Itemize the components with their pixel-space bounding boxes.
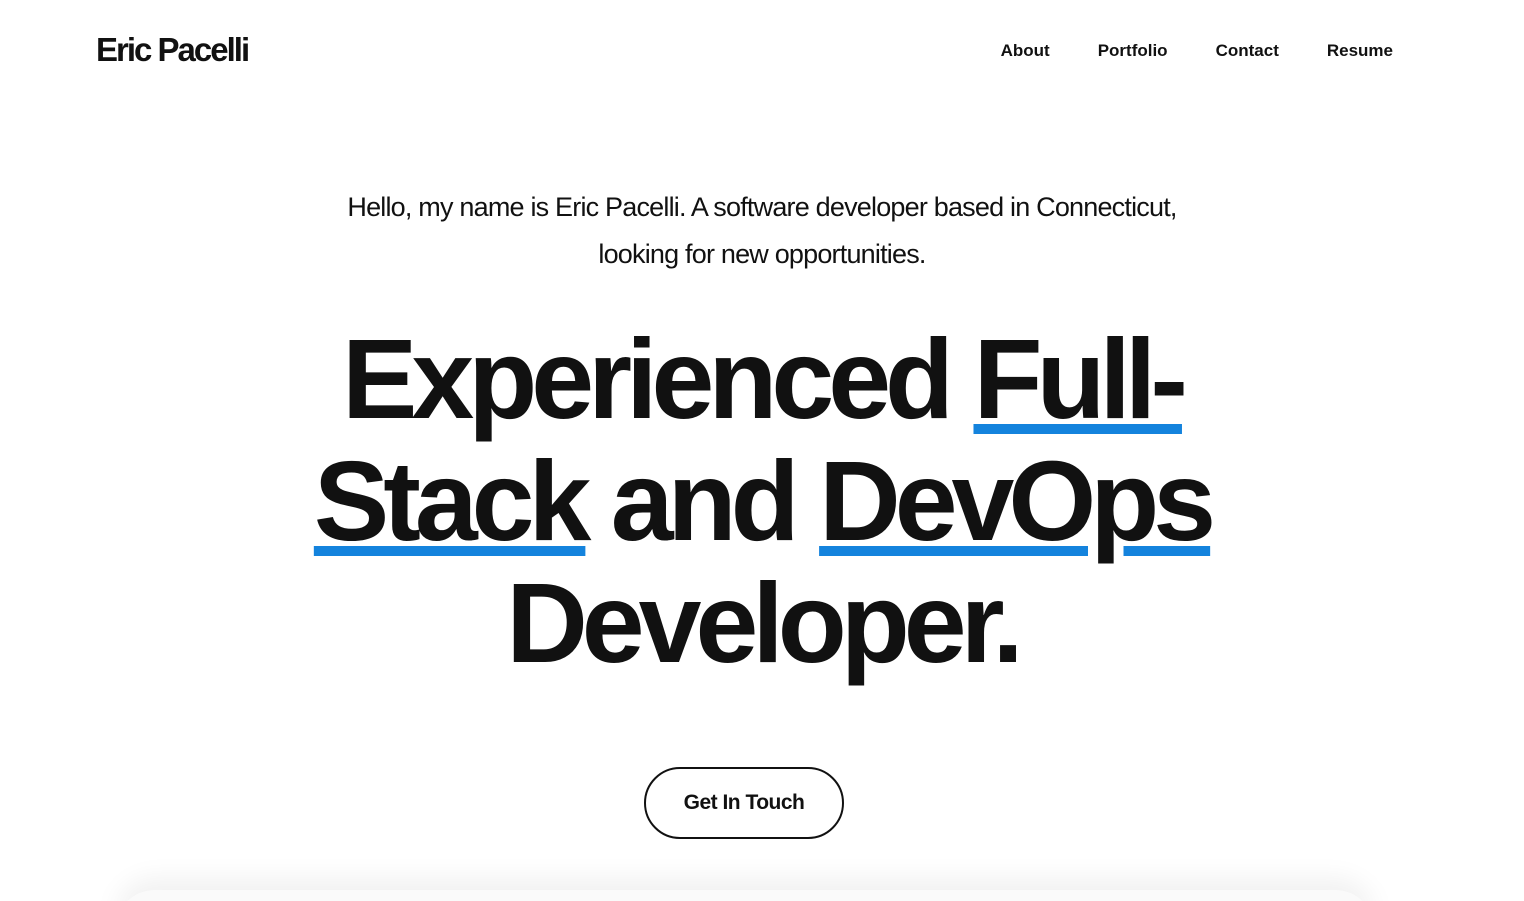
section-card-edge xyxy=(115,890,1375,901)
headline-word-and: and xyxy=(610,438,800,564)
get-in-touch-button[interactable]: Get In Touch xyxy=(644,767,844,839)
hero-headline: Experienced Full- Stack and DevOps Devel… xyxy=(0,318,1524,684)
nav-resume-link[interactable]: Resume xyxy=(1327,39,1393,63)
nav-contact-link[interactable]: Contact xyxy=(1216,39,1279,63)
highlight-full: Full- xyxy=(973,316,1187,442)
main-nav: About Portfolio Contact Resume xyxy=(1001,39,1393,63)
site-logo[interactable]: Eric Pacelli xyxy=(96,30,250,70)
intro-line-2: looking for new opportunities. xyxy=(598,239,926,269)
headline-word-developer: Developer. xyxy=(506,560,1024,686)
headline-line-1: Experienced Full- xyxy=(0,318,1524,440)
headline-word-experienced: Experienced xyxy=(342,316,954,442)
hero-intro: Hello, my name is Eric Pacelli. A softwa… xyxy=(0,184,1524,278)
headline-line-3: Developer. xyxy=(0,562,1524,684)
highlight-devops: DevOps xyxy=(819,438,1216,564)
highlight-stack: Stack xyxy=(313,438,592,564)
nav-about-link[interactable]: About xyxy=(1001,39,1050,63)
intro-line-1: Hello, my name is Eric Pacelli. A softwa… xyxy=(347,192,1177,222)
site-header: Eric Pacelli About Portfolio Contact Res… xyxy=(0,0,1524,100)
nav-portfolio-link[interactable]: Portfolio xyxy=(1098,39,1168,63)
page: Eric Pacelli About Portfolio Contact Res… xyxy=(0,0,1524,901)
headline-line-2: Stack and DevOps xyxy=(0,440,1524,562)
